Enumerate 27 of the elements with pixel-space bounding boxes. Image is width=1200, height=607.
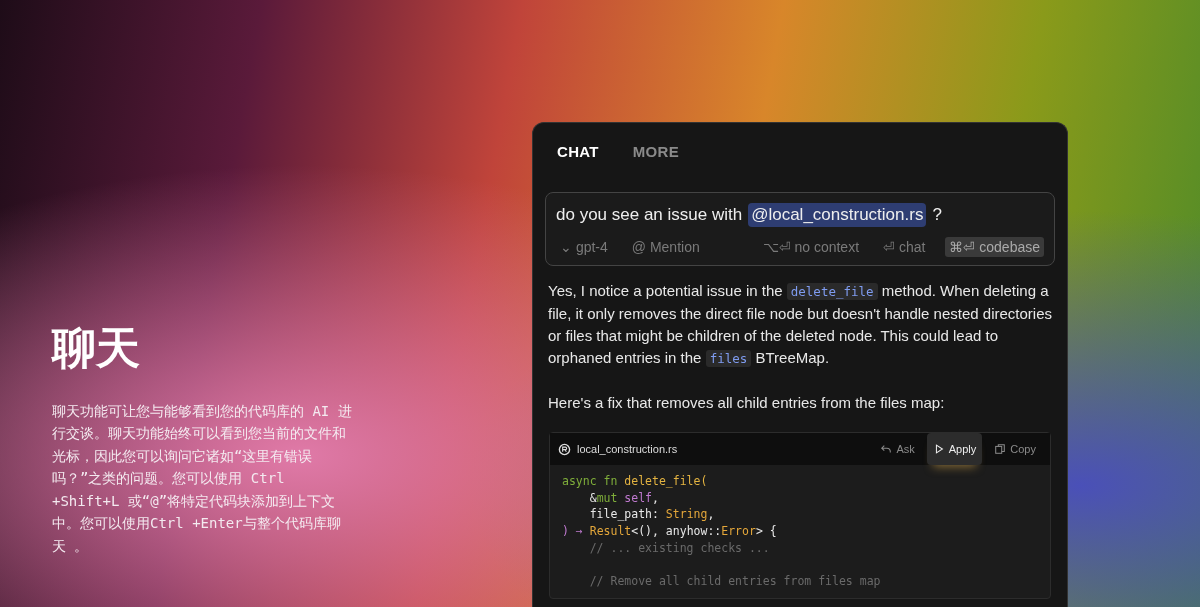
answer-text: Yes, I notice a potential issue in the delete_file method. When deleting a file, it only removes the direct file node but doesn't handle nested directories or files that might be children of the deleted node. This could lead to orphaned entries in the files BTreeMap. — [548, 281, 1052, 369]
code-line: async fn delete_file( — [562, 473, 709, 490]
code-line: // Remove all child entries from files map — [588, 573, 882, 590]
answer-text: Here's a fix that removes all child entries from the files map: — [548, 393, 946, 413]
code-action-button[interactable]: Apply — [926, 433, 983, 465]
code-line: ) → Result<(), anyhow::Error> { — [562, 523, 778, 540]
tab[interactable]: MORE — [632, 143, 679, 160]
prompt-text: ? — [932, 205, 942, 225]
file-name: local_construction.rs — [577, 443, 678, 455]
description-text: 聊天功能可让您与能够看到您的代码库的 AI 进行交谈。聊天功能始终可以看到您当前的文件和光标，因此您可以询问它诸如“这里有错误吗？”之类的问题。您可以使用 Ctrl +Shift+L 或“@”将特定代码块添加到上下文中。您可以使用Ctrl +Enter与整个代码库聊天 。 — [52, 401, 352, 556]
shortcut-button[interactable]: ⌘⏎ codebase — [945, 237, 1044, 257]
copy-icon — [994, 442, 1007, 456]
mention-button[interactable]: @ Mention — [627, 237, 704, 257]
code-action-button[interactable]: Copy — [988, 433, 1042, 465]
code-line: &mut self, — [588, 489, 660, 507]
code-line: file_path: String, — [588, 506, 716, 524]
shortcut-button[interactable]: ⏎ chat — [879, 237, 930, 257]
rust-logo-icon — [558, 442, 571, 456]
tab[interactable]: CHAT — [557, 143, 599, 160]
prompt-text: do you see an issue with — [556, 205, 743, 225]
file-mention[interactable]: @local_construction.rs — [748, 203, 927, 227]
code-action-button[interactable]: Ask — [874, 433, 921, 465]
code-line: // ... existing checks ... — [588, 539, 771, 557]
heading: 聊天 — [52, 320, 140, 375]
model-selector[interactable]: ⌄ gpt-4 — [556, 237, 612, 257]
shortcut-button[interactable]: ⌥⏎ no context — [758, 237, 864, 257]
prompt-field[interactable]: do you see an issue with @local_construction.rs ? ⌄ gpt-4 @ Mention ⌥⏎ no context ⏎ chat ⌘⏎ codebase — [545, 192, 1055, 266]
